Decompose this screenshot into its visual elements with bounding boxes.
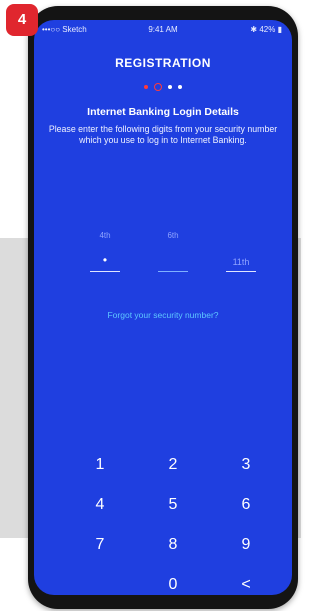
digit-input-4th[interactable]: • <box>90 245 120 272</box>
step-badge: 4 <box>6 4 38 36</box>
battery-icon: ▮ <box>277 25 282 34</box>
step-dot <box>178 84 182 89</box>
step-dot <box>144 84 148 89</box>
key-9[interactable]: 9 <box>226 530 266 560</box>
step-dot-current <box>154 82 162 91</box>
step-indicator <box>34 78 292 96</box>
battery-indicator: ✱ 42% ▮ <box>250 25 282 34</box>
section-heading: Internet Banking Login Details <box>87 106 239 118</box>
key-3[interactable]: 3 <box>226 450 266 480</box>
digit-label-6th: 6th <box>167 231 179 240</box>
key-8[interactable]: 8 <box>153 530 193 560</box>
bluetooth-icon: ✱ <box>250 25 258 34</box>
status-bar: •••○○ Sketch 9:41 AM ✱ 42% ▮ <box>34 20 292 38</box>
digit-input-11th[interactable]: 11th <box>226 245 256 272</box>
key-1[interactable]: 1 <box>80 450 120 480</box>
key-0[interactable]: 0 <box>153 570 193 595</box>
phone-screen: •••○○ Sketch 9:41 AM ✱ 42% ▮ REGISTRATIO… <box>34 20 292 595</box>
digit-placeholder: 11th <box>232 257 250 267</box>
step-dot <box>168 84 172 89</box>
backspace-key[interactable]: < <box>226 570 266 595</box>
key-7[interactable]: 7 <box>80 530 120 560</box>
key-2[interactable]: 2 <box>153 450 193 480</box>
battery-percent: 42% <box>259 25 276 34</box>
page-title: REGISTRATION <box>115 56 211 70</box>
instruction-text: Please enter the following digits from y… <box>48 124 278 145</box>
forgot-security-number-link[interactable]: Forgot your security number? <box>34 310 292 320</box>
key-6[interactable]: 6 <box>226 490 266 520</box>
key-4[interactable]: 4 <box>80 490 120 520</box>
digit-input-6th[interactable] <box>158 245 188 272</box>
digit-value: • <box>102 253 108 267</box>
digit-label-4th: 4th <box>99 231 111 240</box>
key-5[interactable]: 5 <box>153 490 193 520</box>
